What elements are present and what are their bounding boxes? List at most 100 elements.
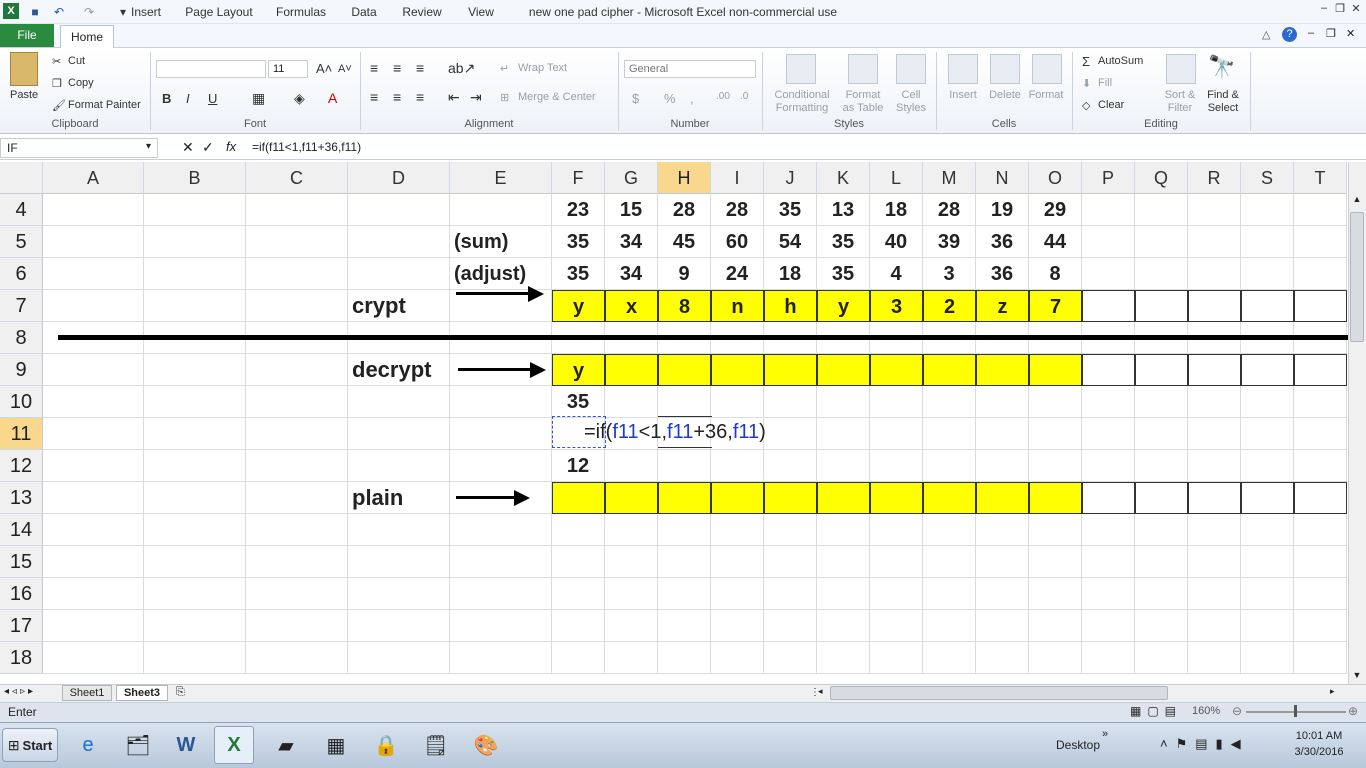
cell-p11[interactable] <box>1082 418 1135 450</box>
cell-k11[interactable] <box>817 418 870 450</box>
scroll-down-icon[interactable]: ▼ <box>1350 670 1364 680</box>
cell-o7-crypt[interactable]: 7 <box>1029 290 1082 322</box>
cell-e12[interactable] <box>450 450 552 482</box>
cell-styles-label[interactable]: Cell <box>890 89 932 101</box>
label-crypt[interactable]: crypt <box>348 290 450 322</box>
cell-o6-value[interactable]: 8 <box>1029 258 1082 290</box>
cell-g10[interactable] <box>605 386 658 418</box>
cell-s16[interactable] <box>1241 578 1294 610</box>
cell-n17[interactable] <box>976 610 1029 642</box>
column-header-f[interactable]: F <box>552 162 605 194</box>
zoom-level[interactable]: 160% <box>1192 705 1220 717</box>
cell-t17[interactable] <box>1294 610 1347 642</box>
comma-icon[interactable]: , <box>690 91 694 106</box>
cell-r4[interactable] <box>1188 194 1241 226</box>
cell-t18[interactable] <box>1294 642 1347 674</box>
view-buttons-icon[interactable]: ▦▢▤ <box>1130 704 1182 718</box>
cell-m17[interactable] <box>923 610 976 642</box>
cell-o11[interactable] <box>1029 418 1082 450</box>
row-header-12[interactable]: 12 <box>0 450 43 482</box>
cell-q5[interactable] <box>1135 226 1188 258</box>
cell-m7-crypt[interactable]: 2 <box>923 290 976 322</box>
font-size-combo[interactable]: 11 <box>268 60 308 78</box>
column-header-k[interactable]: K <box>817 162 870 194</box>
cell-j12[interactable] <box>764 450 817 482</box>
wrap-text-button[interactable]: Wrap Text <box>518 62 567 74</box>
column-header-j[interactable]: J <box>764 162 817 194</box>
row-header-7[interactable]: 7 <box>0 290 43 322</box>
cell-t13-boxed[interactable] <box>1294 482 1347 514</box>
cell-q16[interactable] <box>1135 578 1188 610</box>
cell-t11[interactable] <box>1294 418 1347 450</box>
zoom-slider-thumb[interactable] <box>1294 705 1297 717</box>
cell-k15[interactable] <box>817 546 870 578</box>
cell-e15[interactable] <box>450 546 552 578</box>
column-header-a[interactable]: A <box>43 162 144 194</box>
cell-m5-value[interactable]: 39 <box>923 226 976 258</box>
cell-c14[interactable] <box>246 514 348 546</box>
cell-h13-plain[interactable] <box>658 482 711 514</box>
cell-t10[interactable] <box>1294 386 1347 418</box>
cell-j16[interactable] <box>764 578 817 610</box>
cell-s15[interactable] <box>1241 546 1294 578</box>
cell-f9-decrypt[interactable]: y <box>552 354 605 386</box>
cell-k16[interactable] <box>817 578 870 610</box>
column-header-m[interactable]: M <box>923 162 976 194</box>
scroll-left-icon[interactable]: ◂ <box>818 686 823 697</box>
tab-insert[interactable]: Insert <box>124 4 168 24</box>
cell-o13-plain[interactable] <box>1029 482 1082 514</box>
cell-p5[interactable] <box>1082 226 1135 258</box>
cell-a10[interactable] <box>43 386 144 418</box>
cell-p16[interactable] <box>1082 578 1135 610</box>
cell-q15[interactable] <box>1135 546 1188 578</box>
shrink-font-icon[interactable]: A˅ <box>338 63 352 75</box>
cell-i4-value[interactable]: 28 <box>711 194 764 226</box>
cell-n4-value[interactable]: 19 <box>976 194 1029 226</box>
cell-c7[interactable] <box>246 290 348 322</box>
cell-e18[interactable] <box>450 642 552 674</box>
cell-m15[interactable] <box>923 546 976 578</box>
sort-filter-label-2[interactable]: Filter <box>1158 102 1202 114</box>
cell-i6-value[interactable]: 24 <box>711 258 764 290</box>
cell-g7-crypt[interactable]: x <box>605 290 658 322</box>
copy-icon[interactable]: ❐ <box>52 77 62 90</box>
cell-i14[interactable] <box>711 514 764 546</box>
cell-o9-decrypt[interactable] <box>1029 354 1082 386</box>
cell-f18[interactable] <box>552 642 605 674</box>
cell-m13-plain[interactable] <box>923 482 976 514</box>
cell-j9-decrypt[interactable] <box>764 354 817 386</box>
cell-r11[interactable] <box>1188 418 1241 450</box>
cell-c15[interactable] <box>246 546 348 578</box>
orientation-icon[interactable]: ab↗ <box>448 60 475 77</box>
cancel-entry-icon[interactable]: ✕ <box>182 139 194 156</box>
cell-q4[interactable] <box>1135 194 1188 226</box>
cell-f17[interactable] <box>552 610 605 642</box>
cell-t15[interactable] <box>1294 546 1347 578</box>
conditional-formatting-label-2[interactable]: Formatting <box>770 102 834 114</box>
cell-h9-decrypt[interactable] <box>658 354 711 386</box>
cell-p13-boxed[interactable] <box>1082 482 1135 514</box>
cell-c10[interactable] <box>246 386 348 418</box>
row-header-15[interactable]: 15 <box>0 546 43 578</box>
cell-h10[interactable] <box>658 386 711 418</box>
cell-l15[interactable] <box>870 546 923 578</box>
cell-j5-value[interactable]: 54 <box>764 226 817 258</box>
cell-i13-plain[interactable] <box>711 482 764 514</box>
cell-n14[interactable] <box>976 514 1029 546</box>
row-header-9[interactable]: 9 <box>0 354 43 386</box>
clear-icon[interactable]: ◇ <box>1082 99 1090 112</box>
currency-icon[interactable]: $ <box>632 91 639 106</box>
vertical-scroll-thumb[interactable] <box>1350 212 1364 342</box>
cell-c9[interactable] <box>246 354 348 386</box>
cell-s5[interactable] <box>1241 226 1294 258</box>
desktop-toolbar[interactable]: Desktop <box>1056 738 1100 752</box>
cell-d10[interactable] <box>348 386 450 418</box>
font-color-icon[interactable]: A <box>328 90 337 106</box>
cell-d4[interactable] <box>348 194 450 226</box>
conditional-formatting-icon[interactable] <box>786 54 816 84</box>
sticky-notes-icon[interactable]: 🗒 <box>416 726 456 764</box>
scroll-up-icon[interactable]: ▲ <box>1350 194 1364 204</box>
cell-i12[interactable] <box>711 450 764 482</box>
format-painter-icon[interactable]: 🖌 <box>52 99 66 112</box>
cell-k5-value[interactable]: 35 <box>817 226 870 258</box>
